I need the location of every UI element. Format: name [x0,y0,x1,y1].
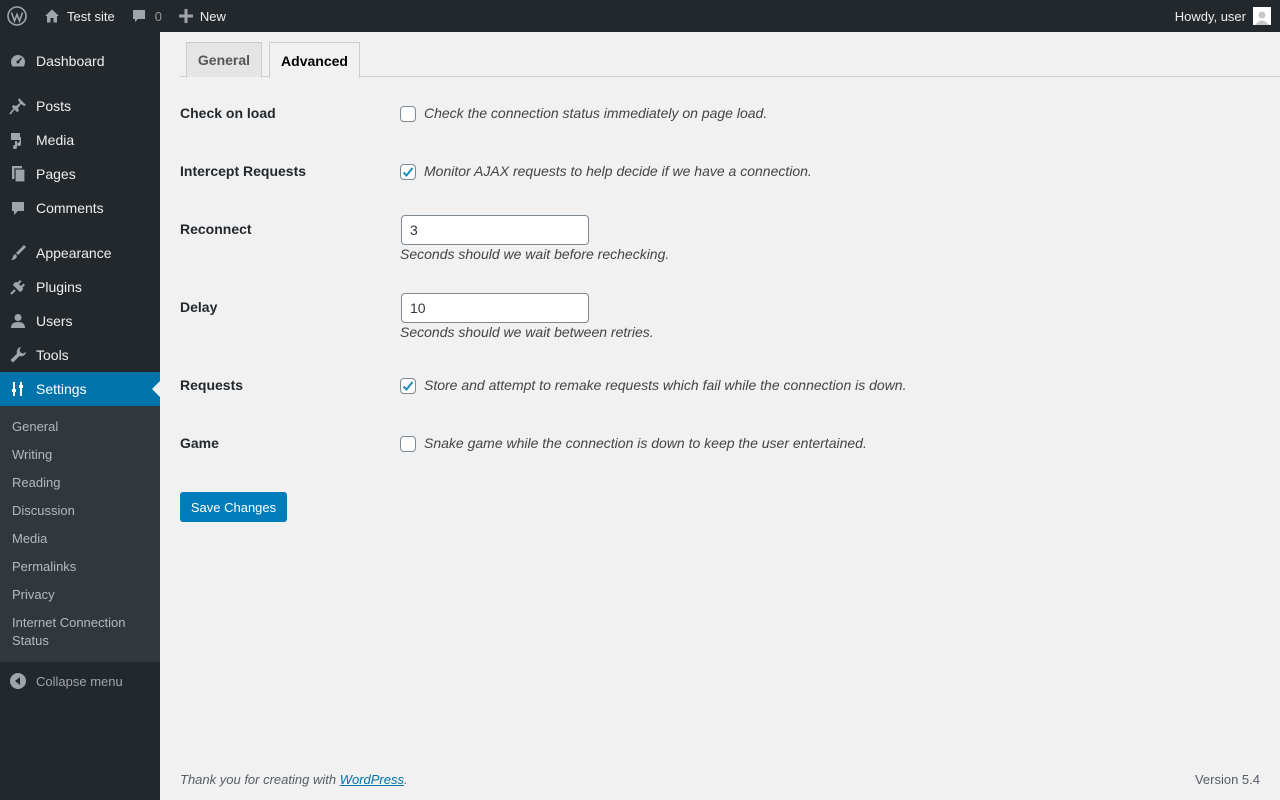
submenu-item-discussion[interactable]: Discussion [0,497,160,525]
new-content-link[interactable]: New [171,0,232,32]
requests-checkbox[interactable] [400,378,416,394]
menu-item-comments[interactable]: Comments [0,191,160,225]
menu-item-appearance[interactable]: Appearance [0,236,160,270]
menu-item-label: Plugins [36,279,82,295]
game-label: Game [180,435,219,451]
menu-item-posts[interactable]: Posts [0,89,160,123]
requests-label: Requests [180,377,244,393]
menu-item-label: Pages [36,166,76,182]
avatar [1253,7,1271,25]
main-content: General Advanced Check on load Check the… [160,32,1280,800]
new-label: New [199,8,226,24]
tab-advanced[interactable]: Advanced [269,42,360,78]
submenu-item-internet-connection-status[interactable]: Internet Connection Status [0,609,160,655]
pages-icon [0,165,36,183]
wordpress-logo-icon[interactable] [0,0,34,32]
admin-sidebar: Dashboard Posts Media Pages Comments App… [0,32,160,800]
menu-item-label: Media [36,132,75,148]
game-checkbox[interactable] [400,436,416,452]
delay-help: Seconds should we wait between retries. [400,324,654,340]
intercept-requests-label: Intercept Requests [180,163,307,179]
submenu-item-general[interactable]: General [0,413,160,441]
menu-item-plugins[interactable]: Plugins [0,270,160,304]
menu-item-media[interactable]: Media [0,123,160,157]
submenu-item-reading[interactable]: Reading [0,469,160,497]
comment-icon [0,199,36,217]
collapse-menu-button[interactable]: Collapse menu [0,666,123,696]
footer-thanks-suffix: . [404,772,408,787]
comments-link[interactable]: 0 [123,0,171,32]
menu-item-tools[interactable]: Tools [0,338,160,372]
comments-count: 0 [154,8,162,24]
tab-general[interactable]: General [186,42,262,77]
comment-bubble-icon [132,10,145,22]
check-on-load-checkbox[interactable] [400,106,416,122]
media-icon [0,131,36,149]
admin-bar: Test site 0 New Howdy, user [0,0,1280,32]
delay-input[interactable] [401,293,589,323]
submenu-item-privacy[interactable]: Privacy [0,581,160,609]
intercept-requests-checkbox[interactable] [400,164,416,180]
collapse-arrow-icon [0,673,36,689]
footer-thanks: Thank you for creating with WordPress. [180,772,408,787]
menu-item-label: Appearance [36,245,112,261]
user-icon [0,312,36,330]
dashboard-icon [0,52,36,70]
check-on-load-description: Check the connection status immediately … [424,105,768,121]
reconnect-label: Reconnect [180,221,252,237]
reconnect-input[interactable] [401,215,589,245]
save-changes-button[interactable]: Save Changes [180,492,287,522]
menu-item-label: Tools [36,347,69,363]
menu-item-users[interactable]: Users [0,304,160,338]
site-name-label: Test site [67,8,115,24]
submenu-item-writing[interactable]: Writing [0,441,160,469]
submenu-item-media[interactable]: Media [0,525,160,553]
menu-item-label: Users [36,313,73,329]
menu-item-dashboard[interactable]: Dashboard [0,44,160,78]
site-name-link[interactable]: Test site [34,0,123,32]
intercept-requests-description: Monitor AJAX requests to help decide if … [424,163,812,179]
reconnect-help: Seconds should we wait before rechecking… [400,246,670,262]
version-text: Version 5.4 [1194,772,1260,787]
menu-item-label: Settings [36,381,87,397]
home-icon [45,9,59,23]
footer-thanks-prefix: Thank you for creating with [180,772,340,787]
brush-icon [0,244,36,262]
submenu-item-permalinks[interactable]: Permalinks [0,553,160,581]
wordpress-link[interactable]: WordPress [340,772,404,787]
game-description: Snake game while the connection is down … [424,435,867,451]
menu-item-pages[interactable]: Pages [0,157,160,191]
settings-submenu: General Writing Reading Discussion Media… [0,406,160,662]
sliders-icon [0,380,36,398]
collapse-menu-label: Collapse menu [36,673,123,689]
wrench-icon [0,346,36,364]
checkmark-icon [402,167,414,177]
checkmark-icon [402,381,414,391]
greeting-text: Howdy, user [1174,8,1246,24]
menu-item-label: Posts [36,98,72,114]
settings-tabs: General Advanced [180,41,1280,78]
my-account-link[interactable]: Howdy, user [1175,0,1280,32]
requests-description: Store and attempt to remake requests whi… [424,377,907,393]
menu-item-settings[interactable]: Settings [0,372,160,406]
current-menu-arrow [152,381,160,397]
delay-label: Delay [180,299,218,315]
plug-icon [0,278,36,296]
menu-item-label: Dashboard [36,53,105,69]
pin-icon [0,97,36,115]
menu-item-label: Comments [36,200,104,216]
plus-icon [178,9,193,23]
check-on-load-label: Check on load [180,105,276,121]
